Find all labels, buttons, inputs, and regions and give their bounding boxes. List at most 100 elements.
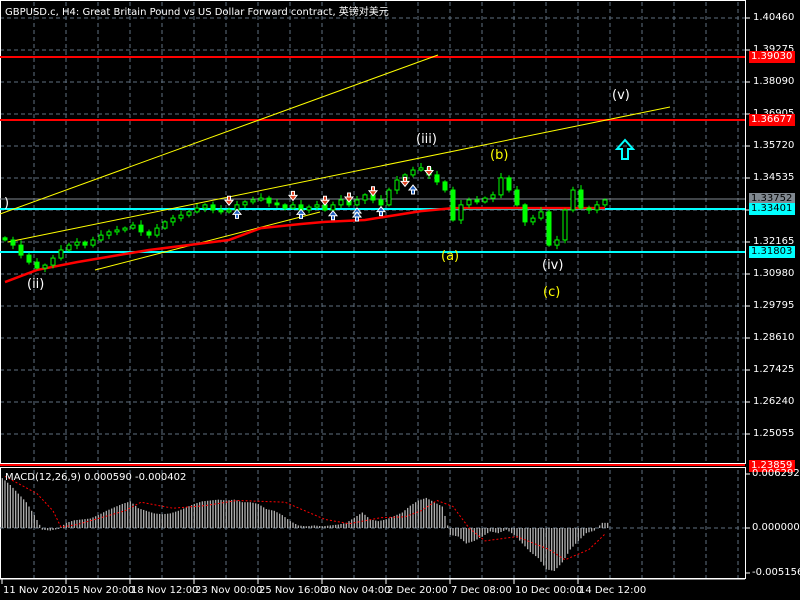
macd-axis-label: 0.006292 bbox=[752, 468, 800, 479]
candle-body bbox=[34, 261, 40, 269]
candle bbox=[202, 203, 208, 213]
price-axis-label: 1.25055 bbox=[753, 428, 795, 439]
price-level-tag: 1.36677 bbox=[749, 114, 795, 126]
candle bbox=[210, 201, 216, 214]
candle bbox=[186, 209, 192, 218]
price-level-tag: 1.33401 bbox=[749, 203, 795, 215]
candle bbox=[66, 242, 72, 252]
buy-arrow-icon bbox=[231, 208, 243, 219]
candle bbox=[82, 240, 88, 249]
candle bbox=[114, 225, 120, 236]
candle bbox=[530, 214, 536, 226]
candle bbox=[258, 193, 264, 202]
candle-body bbox=[82, 241, 88, 246]
candle bbox=[250, 196, 256, 205]
candle bbox=[194, 204, 200, 214]
price-axis-label: 1.30980 bbox=[753, 268, 795, 279]
candle bbox=[338, 195, 344, 209]
candle bbox=[378, 195, 384, 208]
candle-body bbox=[450, 189, 456, 221]
candle bbox=[498, 173, 504, 199]
candle-body bbox=[50, 257, 56, 266]
candle-body bbox=[26, 254, 32, 263]
time-axis-label: 18 Nov 12:00 bbox=[131, 585, 199, 596]
candle-body bbox=[466, 199, 472, 206]
time-axis-label: 7 Dec 08:00 bbox=[451, 585, 512, 596]
candle-body bbox=[330, 204, 336, 211]
candle-body bbox=[170, 217, 176, 223]
candle-body bbox=[242, 201, 248, 206]
candle-body bbox=[570, 189, 576, 211]
buy-arrow-icon bbox=[295, 208, 307, 219]
candle-body bbox=[274, 202, 280, 206]
candle-body bbox=[482, 197, 488, 203]
candle-body bbox=[602, 199, 608, 206]
chart-title: GBPUSD.c, H4: Great Britain Pound vs US … bbox=[5, 7, 389, 18]
candle-body bbox=[306, 206, 312, 211]
wave-label: (ii) bbox=[27, 277, 45, 292]
candle-body bbox=[98, 234, 104, 241]
up-arrow-icon bbox=[614, 138, 636, 160]
price-axis-label: 1.40460 bbox=[753, 12, 795, 23]
candle-body bbox=[18, 244, 24, 256]
sell-arrow-icon bbox=[367, 186, 379, 197]
time-axis-label: 30 Nov 04:00 bbox=[323, 585, 391, 596]
sell-arrow-icon bbox=[399, 176, 411, 188]
candle bbox=[18, 240, 24, 259]
candle-body bbox=[258, 197, 264, 201]
time-axis-label: 14 Dec 12:00 bbox=[579, 585, 647, 596]
candle-body bbox=[546, 211, 552, 246]
buy-arrow-icon bbox=[407, 184, 419, 195]
time-axis-label: 10 Dec 00:00 bbox=[515, 585, 583, 596]
sell-arrow-icon bbox=[423, 166, 435, 177]
candle-body bbox=[130, 224, 136, 229]
wave-label: ) bbox=[4, 196, 10, 211]
candle-body bbox=[74, 241, 80, 246]
candle-body bbox=[106, 231, 112, 236]
candle-body bbox=[194, 207, 200, 213]
candle bbox=[458, 200, 464, 225]
candle bbox=[58, 245, 64, 261]
candle-body bbox=[506, 177, 512, 191]
candle bbox=[274, 198, 280, 209]
candle bbox=[386, 187, 392, 207]
price-axis-label: 1.26240 bbox=[753, 396, 795, 407]
candle-body bbox=[530, 217, 536, 223]
candle-body bbox=[434, 174, 440, 183]
candle bbox=[130, 221, 136, 230]
candle bbox=[34, 258, 40, 270]
candle-body bbox=[178, 214, 184, 219]
candle bbox=[170, 214, 176, 226]
candle bbox=[306, 204, 312, 214]
candle-body bbox=[146, 231, 152, 236]
sell-arrow-icon bbox=[319, 195, 331, 207]
price-axis-label: 1.28610 bbox=[753, 332, 795, 343]
candle bbox=[418, 163, 424, 172]
candle-body bbox=[42, 264, 48, 269]
time-axis-label: 11 Nov 2020 bbox=[3, 585, 68, 596]
candle bbox=[74, 238, 80, 250]
macd-axis-label: -0.005156 bbox=[752, 567, 800, 578]
candle bbox=[522, 203, 528, 226]
candle-body bbox=[290, 204, 296, 209]
candle bbox=[354, 195, 360, 207]
candle bbox=[434, 170, 440, 186]
candle-body bbox=[522, 204, 528, 223]
candle bbox=[570, 186, 576, 213]
candle-body bbox=[210, 204, 216, 211]
price-chart[interactable] bbox=[0, 0, 800, 600]
candle-body bbox=[594, 204, 600, 211]
trendline bbox=[94, 211, 321, 271]
candle-body bbox=[378, 199, 384, 206]
candle bbox=[474, 195, 480, 205]
candle bbox=[514, 185, 520, 207]
candle bbox=[178, 210, 184, 222]
price-axis-label: 1.29795 bbox=[753, 300, 795, 311]
wave-label: (iv) bbox=[542, 258, 564, 273]
candle-body bbox=[514, 189, 520, 206]
time-axis-label: 23 Nov 00:00 bbox=[195, 585, 263, 596]
wave-label: (v) bbox=[612, 88, 630, 103]
candle-body bbox=[66, 244, 72, 251]
candle-body bbox=[354, 199, 360, 206]
candle-body bbox=[10, 239, 16, 246]
